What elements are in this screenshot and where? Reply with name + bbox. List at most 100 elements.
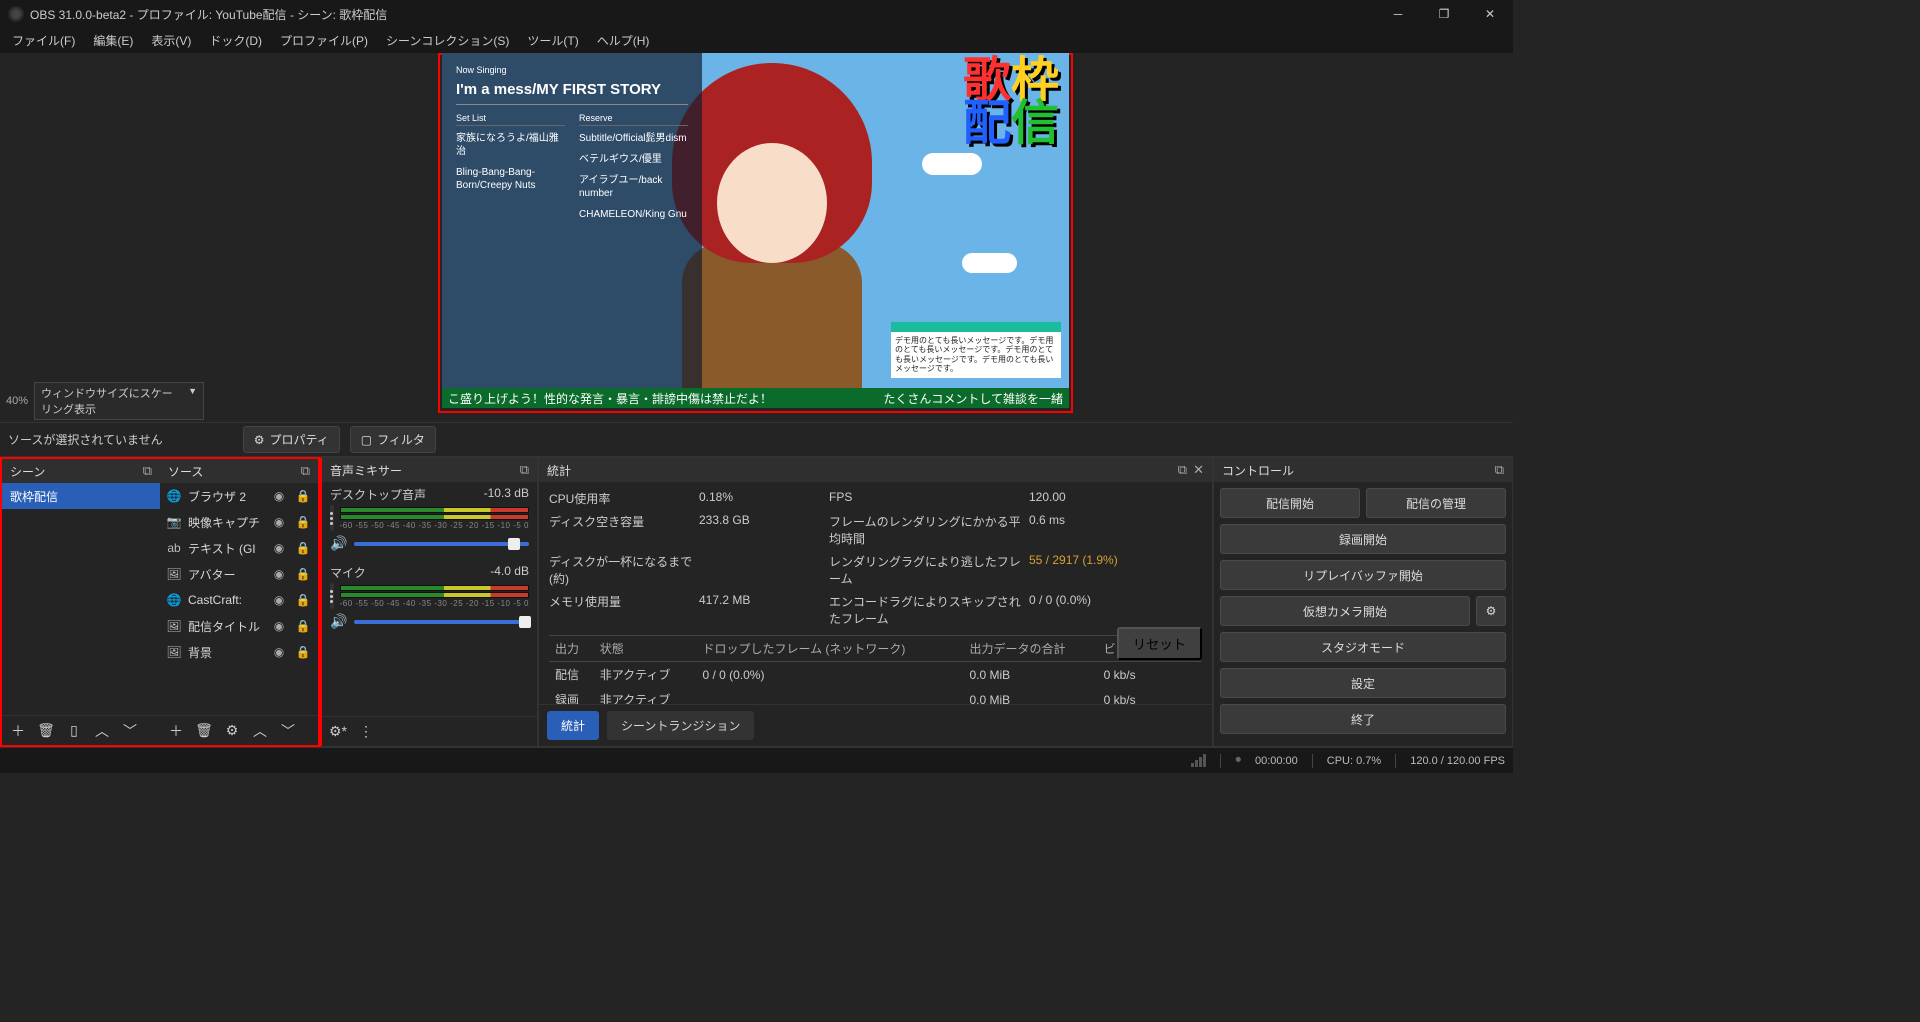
lock-toggle-icon[interactable]: 🔒 — [294, 619, 312, 633]
stat-value: 0.18% — [699, 490, 829, 507]
window-title: OBS 31.0.0-beta2 - プロファイル: YouTube配信 - シ… — [30, 6, 1375, 23]
stat-label: CPU使用率 — [549, 490, 699, 507]
channel-name: マイク — [330, 564, 366, 581]
mute-button[interactable]: 🔊 — [330, 535, 348, 552]
stat-value: 55 / 2917 (1.9%) — [1029, 553, 1139, 587]
maximize-button[interactable]: ❐ — [1421, 0, 1467, 28]
menubar: ファイル(F) 編集(E) 表示(V) ドック(D) プロファイル(P) シーン… — [0, 28, 1513, 53]
source-label: 背景 — [188, 644, 264, 661]
sources-header[interactable]: ソース ⧉ — [160, 459, 318, 483]
lock-toggle-icon[interactable]: 🔒 — [294, 541, 312, 555]
visibility-toggle-icon[interactable]: ◉ — [270, 541, 288, 555]
popout-icon[interactable]: ⧉ — [301, 463, 310, 479]
scene-up-button[interactable]: ︿ — [90, 719, 114, 743]
ticker-text: こ盛り上げよう！性的な発言・暴言・誹謗中傷は禁止だよ！ — [448, 390, 772, 407]
menu-dock[interactable]: ドック(D) — [201, 29, 270, 52]
source-up-button[interactable]: ︿ — [248, 719, 272, 743]
channel-menu-button[interactable] — [330, 505, 334, 531]
source-item[interactable]: 🖼背景◉🔒 — [160, 639, 318, 665]
menu-profile[interactable]: プロファイル(P) — [272, 29, 376, 52]
scenes-header[interactable]: シーン ⧉ — [2, 459, 160, 483]
source-label: ブラウザ 2 — [188, 488, 264, 505]
remove-source-button[interactable]: 🗑 — [192, 719, 216, 743]
remove-scene-button[interactable]: 🗑 — [34, 719, 58, 743]
exit-button[interactable]: 終了 — [1220, 704, 1506, 734]
start-record-button[interactable]: 録画開始 — [1220, 524, 1506, 554]
tab-stats[interactable]: 統計 — [547, 711, 599, 740]
scene-item[interactable]: 歌枠配信 — [2, 483, 160, 509]
mixer-dock: 音声ミキサー ⧉ デスクトップ音声-10.3 dB-60 -55 -50 -45… — [320, 457, 538, 747]
virtual-cam-button[interactable]: 仮想カメラ開始 — [1220, 596, 1470, 626]
scene-filter-button[interactable]: ▯ — [62, 719, 86, 743]
popout-icon[interactable]: ⧉ — [1178, 462, 1187, 478]
source-item[interactable]: 📷映像キャプチ◉🔒 — [160, 509, 318, 535]
lock-toggle-icon[interactable]: 🔒 — [294, 567, 312, 581]
add-scene-button[interactable]: ＋ — [6, 719, 30, 743]
docks-row: シーン ⧉ 歌枠配信 ＋ 🗑 ▯ ︿ ﹀ ソース ⧉ 🌐ブラウザ 2◉🔒📷映像キ… — [0, 457, 1513, 747]
table-cell: 0 kb/s — [1098, 662, 1202, 688]
reset-button[interactable]: リセット — [1117, 627, 1202, 660]
filter-icon: ▢ — [361, 433, 372, 447]
properties-button[interactable]: ⚙ プロパティ — [243, 426, 340, 453]
volume-slider[interactable] — [354, 542, 529, 546]
channel-menu-button[interactable] — [330, 583, 334, 609]
popout-icon[interactable]: ⧉ — [1495, 462, 1504, 478]
obs-icon — [8, 6, 24, 22]
table-header: 出力 — [549, 636, 594, 662]
scene-down-button[interactable]: ﹀ — [118, 719, 142, 743]
source-item[interactable]: 🖼アバター◉🔒 — [160, 561, 318, 587]
source-item[interactable]: 🌐CastCraft:◉🔒 — [160, 587, 318, 613]
visibility-toggle-icon[interactable]: ◉ — [270, 489, 288, 503]
settings-button[interactable]: 設定 — [1220, 668, 1506, 698]
lock-toggle-icon[interactable]: 🔒 — [294, 515, 312, 529]
controls-header[interactable]: コントロール ⧉ — [1214, 458, 1512, 482]
source-item[interactable]: 🖼配信タイトル◉🔒 — [160, 613, 318, 639]
source-props-button[interactable]: ⚙ — [220, 719, 244, 743]
source-item[interactable]: 🌐ブラウザ 2◉🔒 — [160, 483, 318, 509]
replay-buffer-button[interactable]: リプレイバッファ開始 — [1220, 560, 1506, 590]
mixer-advanced-button[interactable]: ⚙* — [326, 720, 350, 744]
reserve-item: ベテルギウス/優里 — [579, 153, 688, 166]
menu-scenecollection[interactable]: シーンコレクション(S) — [378, 29, 517, 52]
lock-toggle-icon[interactable]: 🔒 — [294, 593, 312, 607]
minimize-button[interactable]: ─ — [1375, 0, 1421, 28]
mixer-header[interactable]: 音声ミキサー ⧉ — [322, 458, 537, 482]
visibility-toggle-icon[interactable]: ◉ — [270, 645, 288, 659]
zoom-mode-select[interactable]: ウィンドウサイズにスケーリング表示 — [34, 382, 204, 420]
visibility-toggle-icon[interactable]: ◉ — [270, 593, 288, 607]
lock-toggle-icon[interactable]: 🔒 — [294, 645, 312, 659]
visibility-toggle-icon[interactable]: ◉ — [270, 619, 288, 633]
source-item[interactable]: abテキスト (GI◉🔒 — [160, 535, 318, 561]
menu-edit[interactable]: 編集(E) — [85, 29, 141, 52]
menu-file[interactable]: ファイル(F) — [4, 29, 83, 52]
menu-view[interactable]: 表示(V) — [143, 29, 199, 52]
filters-button[interactable]: ▢ フィルタ — [350, 426, 436, 453]
source-down-button[interactable]: ﹀ — [276, 719, 300, 743]
menu-tools[interactable]: ツール(T) — [519, 29, 586, 52]
manage-stream-button[interactable]: 配信の管理 — [1366, 488, 1506, 518]
mixer-menu-button[interactable]: ⋮ — [354, 720, 378, 744]
start-stream-button[interactable]: 配信開始 — [1220, 488, 1360, 518]
mute-button[interactable]: 🔊 — [330, 613, 348, 630]
virtual-cam-settings-button[interactable]: ⚙ — [1476, 596, 1506, 626]
source-label: CastCraft: — [188, 593, 264, 607]
close-button[interactable]: ✕ — [1467, 0, 1513, 28]
sources-toolbar: ＋ 🗑 ⚙ ︿ ﹀ — [160, 715, 318, 745]
preview-area[interactable]: Now Singing I'm a mess/MY FIRST STORY Se… — [0, 53, 1513, 423]
table-cell: 配信 — [549, 662, 594, 688]
stat-label: エンコードラグによりスキップされたフレーム — [829, 593, 1029, 627]
visibility-toggle-icon[interactable]: ◉ — [270, 515, 288, 529]
visibility-toggle-icon[interactable]: ◉ — [270, 567, 288, 581]
studio-mode-button[interactable]: スタジオモード — [1220, 632, 1506, 662]
preview-canvas[interactable]: Now Singing I'm a mess/MY FIRST STORY Se… — [442, 53, 1069, 408]
close-icon[interactable]: ✕ — [1193, 462, 1204, 478]
stats-header[interactable]: 統計 ⧉ ✕ — [539, 458, 1212, 482]
tab-transition[interactable]: シーントランジション — [607, 711, 754, 740]
menu-help[interactable]: ヘルプ(H) — [589, 29, 658, 52]
popout-icon[interactable]: ⧉ — [143, 463, 152, 479]
volume-slider[interactable] — [354, 620, 529, 624]
record-indicator-icon: ⏺ — [1235, 754, 1241, 767]
lock-toggle-icon[interactable]: 🔒 — [294, 489, 312, 503]
add-source-button[interactable]: ＋ — [164, 719, 188, 743]
popout-icon[interactable]: ⧉ — [520, 462, 529, 478]
